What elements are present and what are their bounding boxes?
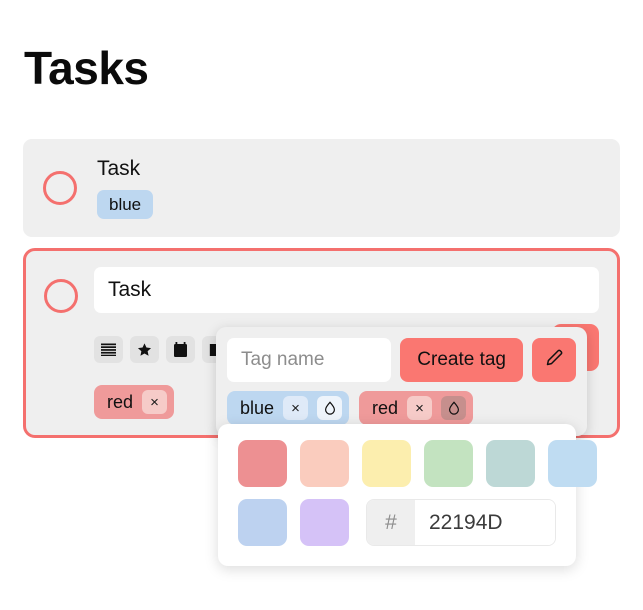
list-icon xyxy=(101,343,116,357)
color-swatch[interactable] xyxy=(238,440,287,487)
task-checkbox[interactable] xyxy=(43,171,77,206)
star-icon xyxy=(136,342,153,358)
tag-popup-controls: Create tag xyxy=(227,338,576,382)
remove-tag-icon[interactable]: × xyxy=(283,396,309,420)
color-swatch[interactable] xyxy=(300,440,349,487)
droplet-icon[interactable] xyxy=(317,396,343,420)
tag-popup-chip-list: blue × red × xyxy=(227,391,576,425)
color-swatch[interactable] xyxy=(300,499,349,546)
remove-tag-icon[interactable]: × xyxy=(407,396,433,420)
task-tag-label: red xyxy=(107,391,134,412)
remove-tag-icon[interactable]: × xyxy=(142,390,168,415)
task-card[interactable]: Task blue xyxy=(23,139,620,238)
tag-popup: Create tag blue × red × xyxy=(216,327,587,436)
hash-prefix: # xyxy=(367,500,415,545)
calendar-icon-button[interactable] xyxy=(166,336,195,364)
create-tag-button[interactable]: Create tag xyxy=(400,338,523,382)
page-title: Tasks xyxy=(24,42,149,94)
droplet-icon[interactable] xyxy=(441,396,467,420)
edit-tags-button[interactable] xyxy=(532,338,576,382)
tag-chip-label: blue xyxy=(240,397,275,418)
task-content: Task blue xyxy=(97,157,600,220)
color-swatch-row-1 xyxy=(238,440,597,487)
task-title: Task xyxy=(97,157,141,180)
color-swatch[interactable] xyxy=(238,499,287,546)
tag-name-input[interactable] xyxy=(227,338,392,382)
tag-chip-red[interactable]: red × xyxy=(359,391,474,425)
task-tag[interactable]: red × xyxy=(94,385,175,420)
star-icon-button[interactable] xyxy=(130,336,159,364)
task-tag[interactable]: blue xyxy=(97,190,154,220)
tag-chip-blue[interactable]: blue × xyxy=(227,391,350,425)
color-swatch[interactable] xyxy=(486,440,535,487)
color-swatch[interactable] xyxy=(548,440,597,487)
color-swatch-row-2: # xyxy=(238,499,556,546)
hex-color-field[interactable]: # xyxy=(366,499,556,546)
task-checkbox[interactable] xyxy=(44,279,78,314)
tag-chip-label: red xyxy=(372,397,399,418)
hex-color-input[interactable] xyxy=(415,500,555,545)
list-icon-button[interactable] xyxy=(94,336,123,364)
color-swatch[interactable] xyxy=(362,440,411,487)
pencil-icon xyxy=(544,347,565,373)
color-swatch[interactable] xyxy=(424,440,473,487)
task-title-input[interactable] xyxy=(94,267,599,314)
calendar-icon xyxy=(173,341,188,358)
color-picker-panel: # xyxy=(218,424,597,566)
